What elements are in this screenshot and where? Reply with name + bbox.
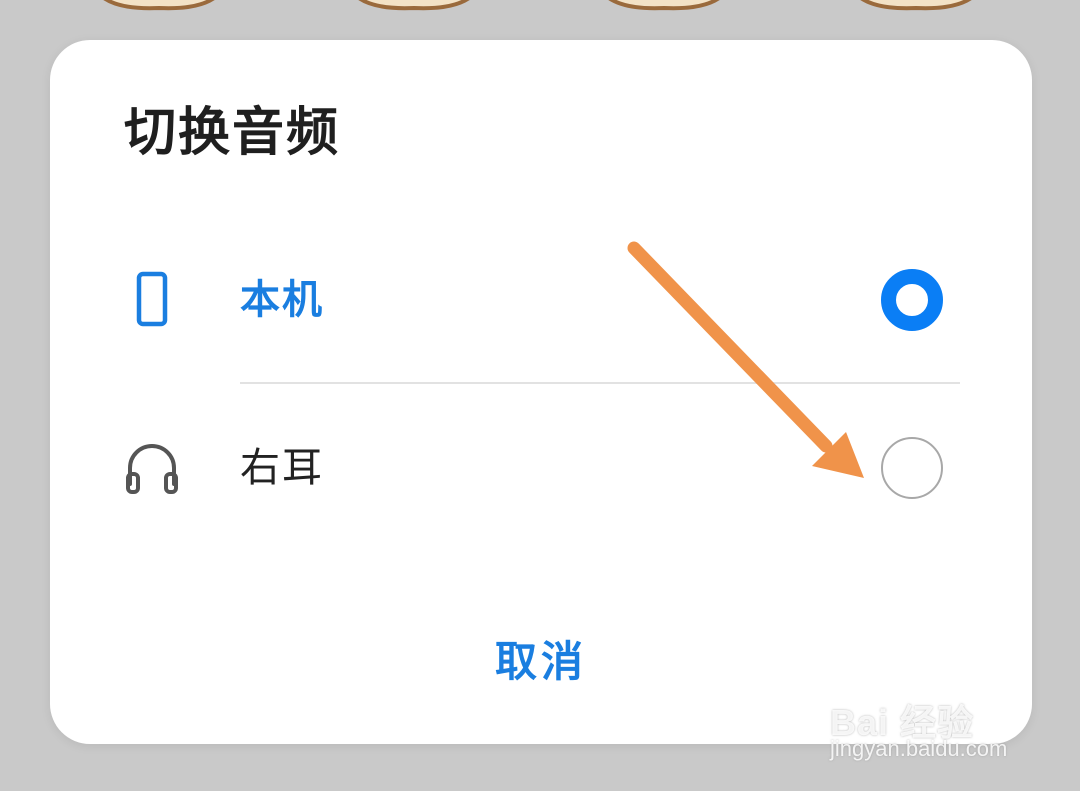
- watermark-url: jingyan.baidu.com: [830, 736, 1008, 761]
- option-this-device[interactable]: 本机: [50, 240, 1032, 360]
- divider: [240, 382, 960, 384]
- background-decoration: [358, 0, 470, 11]
- option-right-ear[interactable]: 右耳: [50, 408, 1032, 528]
- radio-selected[interactable]: [881, 269, 943, 331]
- radio-unselected[interactable]: [881, 437, 943, 499]
- background-decoration: [860, 0, 972, 11]
- audio-switch-dialog: 切换音频 本机 右耳 取消: [50, 40, 1032, 744]
- option-label: 本机: [240, 277, 324, 323]
- background-decoration: [608, 0, 720, 11]
- baidu-jingyan-watermark: Bai 经验 jingyan.baidu.com: [830, 672, 1030, 772]
- dialog-title: 切换音频: [124, 103, 341, 163]
- phone-icon: [136, 271, 168, 327]
- background-decoration: [103, 0, 215, 11]
- option-label: 右耳: [240, 445, 324, 491]
- headphones-icon: [126, 444, 178, 494]
